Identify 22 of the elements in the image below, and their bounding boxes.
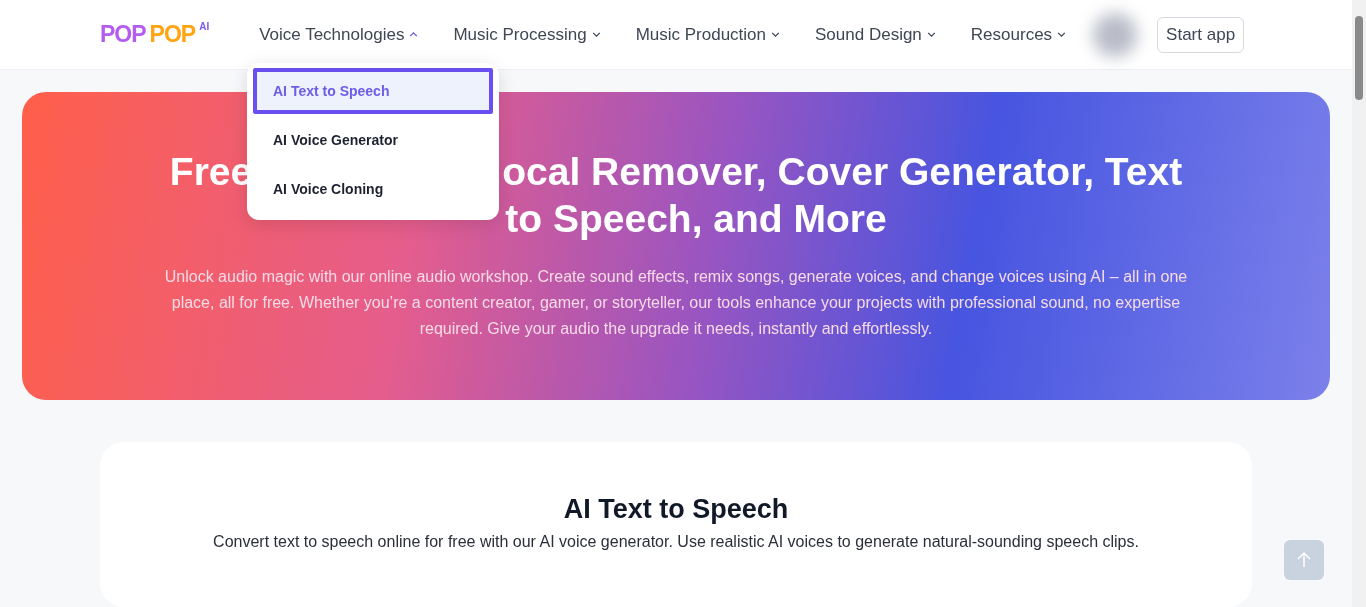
logo-suffix: AI <box>199 21 210 32</box>
avatar[interactable] <box>1093 12 1138 57</box>
scrollbar[interactable] <box>1352 0 1366 607</box>
hero-title: ocal Remover, Cover Generator, Text <box>502 149 1183 195</box>
hero-title: Free <box>169 149 253 195</box>
logo-word: POP <box>149 21 196 48</box>
menu-item[interactable]: AI Voice Cloning <box>253 166 493 212</box>
scrollbar-thumb[interactable] <box>1355 16 1363 100</box>
back-to-top-button[interactable] <box>1284 540 1324 580</box>
hero-text: Unlock audio magic with our online audio workshop. Create sound effects, remix songs, generate voices, and change voices using AI – all in one place, all for free. Whether you’re a content creator, gamer, or storyteller, our tools enhance your projects with professional sound, no expertise required. Give your audio the upgrade it needs, instantly and effortlessly. <box>163 267 1189 339</box>
menu-item[interactable]: AI Text to Speech <box>253 68 493 114</box>
nav-menu[interactable]: Music Production <box>635 24 781 45</box>
menu-item[interactable]: AI Voice Generator <box>253 117 493 163</box>
section-text: Convert text to speech online for free with our AI voice generator. Use realistic AI voices to generate natural-sounding speech clips. <box>212 532 1140 552</box>
section-title: AI Text to Speech <box>563 494 789 525</box>
nav-menu[interactable]: Sound Design <box>815 24 937 45</box>
nav-menu[interactable]: Resources <box>970 24 1068 45</box>
nav-menu[interactable]: Music Processing <box>453 24 602 45</box>
hero-title: to Speech, and More <box>505 196 887 242</box>
start-app-button[interactable]: Start app <box>1157 16 1245 53</box>
logo-word: POP <box>100 21 146 48</box>
nav-menu[interactable]: Voice Technologies <box>259 24 420 45</box>
